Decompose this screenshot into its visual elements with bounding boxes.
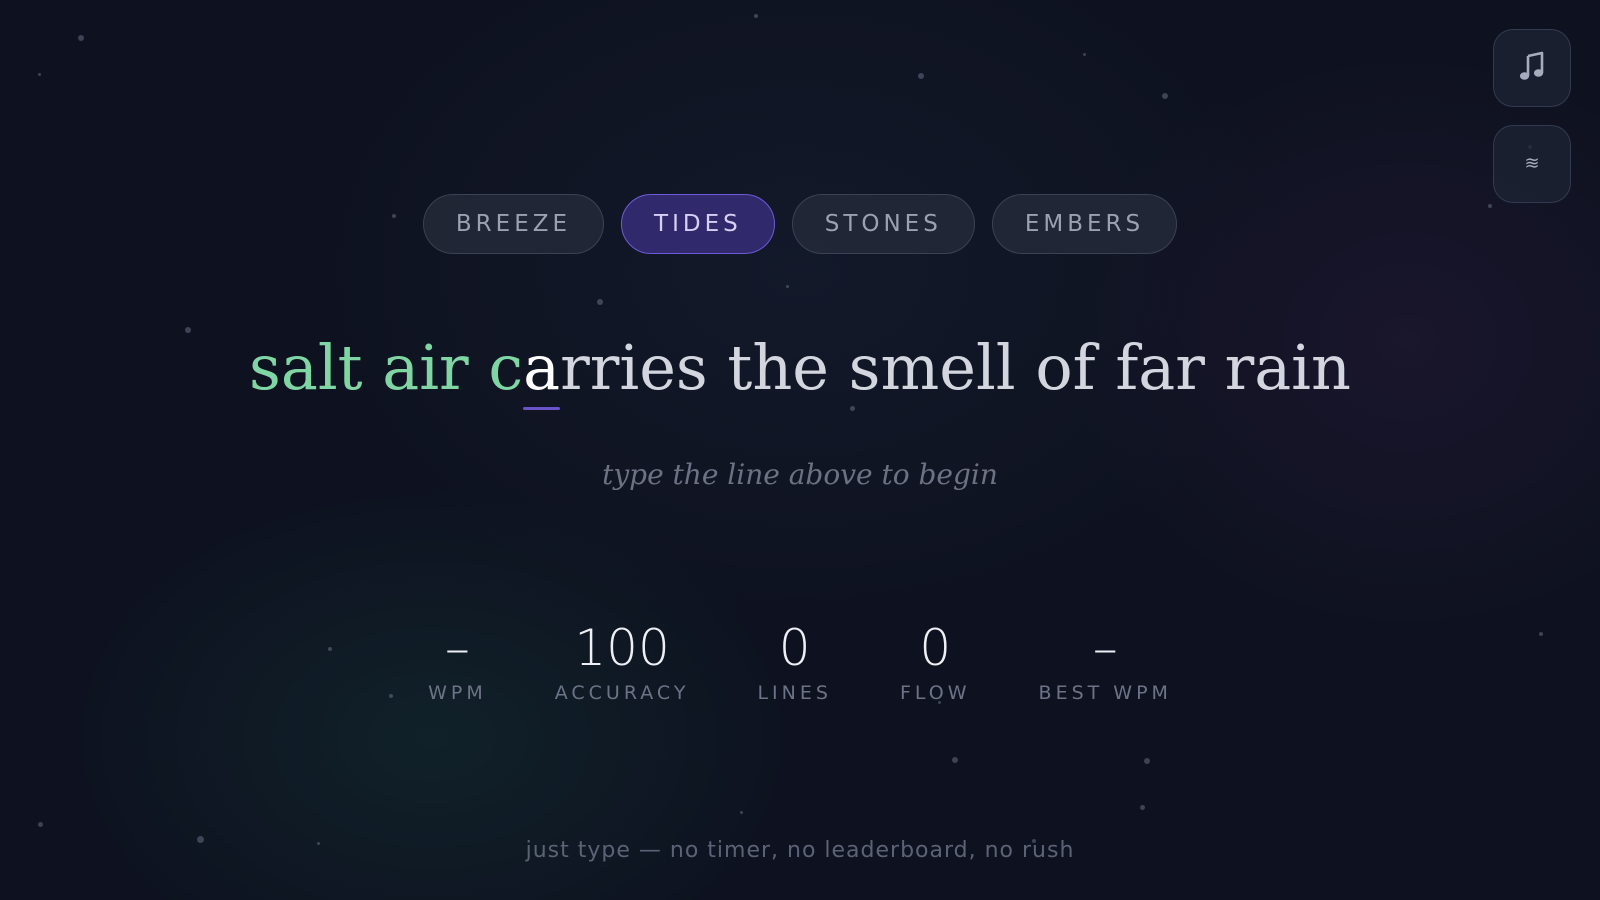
tab-breeze[interactable]: BREEZE xyxy=(422,194,605,254)
stat-label: FLOW xyxy=(899,682,971,704)
stat-best-wpm: – BEST WPM xyxy=(1039,618,1172,704)
typing-prompt[interactable]: salt air carries the smell of far rain xyxy=(0,328,1600,410)
stat-accuracy: 100 ACCURACY xyxy=(555,618,690,704)
stat-value: – xyxy=(1092,619,1118,677)
stat-value: – xyxy=(444,619,470,677)
start-hint: type the line above to begin xyxy=(602,458,998,491)
typed-text: salt air c xyxy=(249,331,524,404)
music-note-icon xyxy=(1519,51,1545,85)
tab-embers[interactable]: EMBERS xyxy=(991,194,1178,254)
stats-bar: – WPM 100 ACCURACY 0 LINES 0 FLOW – BEST… xyxy=(0,618,1600,704)
tab-tides[interactable]: TIDES xyxy=(621,194,775,254)
tab-stones[interactable]: STONES xyxy=(791,194,975,254)
stat-label: BEST WPM xyxy=(1038,682,1172,704)
cursor-character: a xyxy=(523,328,560,410)
stat-wpm: – WPM xyxy=(428,618,487,704)
mode-tabs: BREEZE TIDES STONES EMBERS xyxy=(0,194,1600,254)
waves-icon: ≋ xyxy=(1524,153,1540,174)
stat-value: 0 xyxy=(919,619,952,677)
stat-lines: 0 LINES xyxy=(757,618,831,704)
footer-tagline: just type — no timer, no leaderboard, no… xyxy=(525,838,1075,863)
stat-value: 100 xyxy=(574,619,670,677)
stat-label: ACCURACY xyxy=(554,682,690,704)
music-toggle-button[interactable] xyxy=(1493,29,1571,107)
stat-label: LINES xyxy=(757,682,832,704)
stat-value: 0 xyxy=(778,619,811,677)
stat-label: WPM xyxy=(428,682,487,704)
stat-flow: 0 FLOW xyxy=(900,618,971,704)
ambient-sound-button[interactable]: ≋ xyxy=(1493,125,1571,203)
remaining-text: rries the smell of far rain xyxy=(560,331,1351,404)
